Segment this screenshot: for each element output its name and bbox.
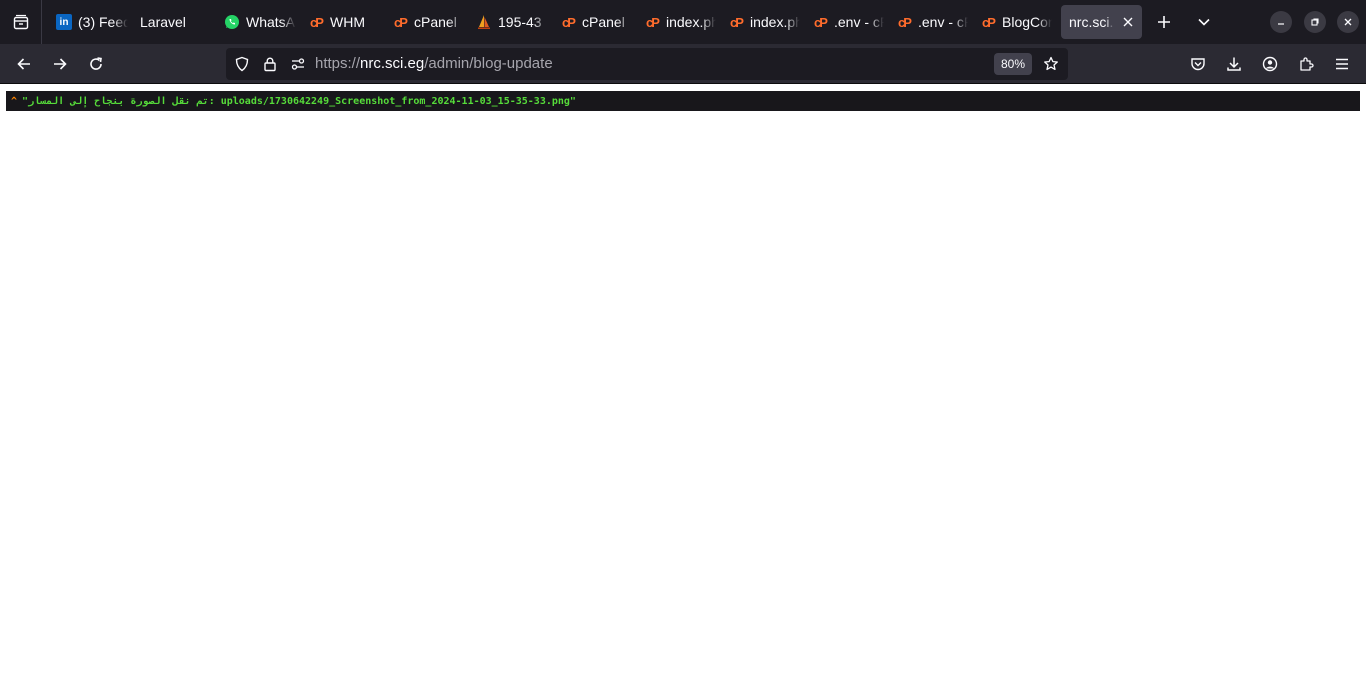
tab-cpanel-2[interactable]: cP cPanel [552,5,632,39]
zoom-level-button[interactable]: 80% [994,53,1032,75]
url-bar[interactable]: https://nrc.sci.eg/admin/blog-update 80% [226,48,1068,80]
tab-label: WHM [330,14,365,30]
tab-label: WhatsApp [246,14,296,30]
page-content: ^ "تم نقل الصورة بنجاح إلى المسار: uploa… [0,84,1366,680]
forward-button[interactable] [46,50,74,78]
tab-label: index.php [750,14,800,30]
tab-label: Laravel [140,14,186,30]
tab-cpanel-1[interactable]: cP cPanel [384,5,464,39]
new-tab-button[interactable] [1150,8,1178,36]
url-scheme: https:// [315,55,361,72]
extensions-button[interactable] [1292,50,1320,78]
account-button[interactable] [1256,50,1284,78]
tab-index-1[interactable]: cP index.php [636,5,716,39]
plus-icon [1158,16,1170,28]
url-text[interactable]: https://nrc.sci.eg/admin/blog-update [315,55,553,72]
tab-index-2[interactable]: cP index.php [720,5,800,39]
cpanel-icon: cP [394,14,408,30]
minimize-icon [1278,23,1284,25]
hamburger-menu-icon [1336,58,1348,70]
restore-icon [1311,18,1319,26]
tab-close-button[interactable] [1120,14,1136,30]
tab-label: index.php [666,14,716,30]
linkedin-icon: in [56,14,72,30]
tab-list: in (3) Feed | LinkedIn Laravel WhatsApp … [48,0,1148,44]
cpanel-icon: cP [814,14,828,30]
url-path: /admin/blog-update [424,55,553,72]
tab-manager-button[interactable] [0,0,42,44]
cpanel-icon: cP [982,14,996,30]
dump-string: "تم نقل الصورة بنجاح إلى المسار: uploads… [22,95,576,107]
tab-active-nrc[interactable]: nrc.sci.eg [1061,5,1142,39]
cpanel-icon: cP [730,14,744,30]
star-icon [1044,56,1058,71]
tab-strip: in (3) Feed | LinkedIn Laravel WhatsApp … [0,0,1366,44]
reload-icon [90,57,102,70]
tab-whatsapp[interactable]: WhatsApp [216,5,296,39]
tab-label: BlogController [1002,14,1052,30]
arrow-right-icon [54,58,67,70]
tab-linkedin[interactable]: in (3) Feed | LinkedIn [48,5,128,39]
cpanel-icon: cP [898,14,912,30]
arrow-left-icon [17,58,30,70]
downloads-button[interactable] [1220,50,1248,78]
cpanel-icon: cP [310,14,324,30]
tab-label: cPanel [414,14,457,30]
minimize-window-button[interactable] [1270,11,1292,33]
close-icon [1344,18,1352,26]
permissions-icon[interactable] [290,56,306,72]
tab-195-43[interactable]: 195-43 [468,5,548,39]
tab-env-1[interactable]: cP .env - cPanel [804,5,884,39]
tab-laravel[interactable]: Laravel [132,5,212,39]
chevron-down-icon [1198,18,1210,26]
tab-label: nrc.sci.eg [1069,14,1114,30]
lock-icon[interactable] [262,56,278,72]
tab-whm[interactable]: cP WHM [300,5,380,39]
debug-dump-output: ^ "تم نقل الصورة بنجاح إلى المسار: uploa… [6,91,1360,111]
back-button[interactable] [10,50,38,78]
download-icon [1227,57,1241,71]
dump-caret[interactable]: ^ [11,96,17,107]
list-all-tabs-button[interactable] [1190,8,1218,36]
tab-label: 195-43 [498,14,542,30]
tab-label: .env - cPanel [834,14,884,30]
close-window-button[interactable] [1337,11,1359,33]
sail-icon [476,14,492,30]
bookmark-star-button[interactable] [1043,56,1059,72]
tab-label: (3) Feed | LinkedIn [78,14,128,30]
puzzle-icon [1300,57,1314,71]
url-host: nrc.sci.eg [360,55,425,72]
reload-button[interactable] [82,50,110,78]
tab-label: cPanel [582,14,625,30]
account-icon [1262,56,1278,72]
cpanel-icon: cP [562,14,576,30]
tab-manager-icon [13,14,28,30]
whatsapp-icon [224,14,240,30]
navigation-toolbar: https://nrc.sci.eg/admin/blog-update 80% [0,44,1366,84]
cpanel-icon: cP [646,14,660,30]
pocket-button[interactable] [1184,50,1212,78]
tracking-protection-icon[interactable] [234,56,250,72]
tab-label: .env - cPanel [918,14,968,30]
restore-window-button[interactable] [1304,11,1326,33]
app-menu-button[interactable] [1328,50,1356,78]
close-icon [1123,17,1133,27]
pocket-icon [1191,58,1205,71]
tab-blogcontroller[interactable]: cP BlogController [972,5,1052,39]
tab-env-2[interactable]: cP .env - cPanel [888,5,968,39]
